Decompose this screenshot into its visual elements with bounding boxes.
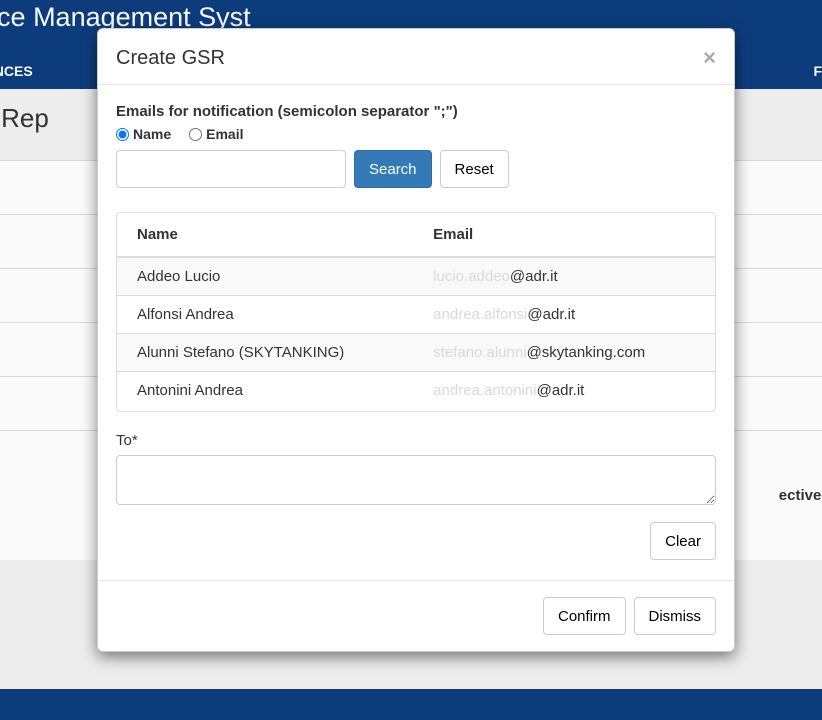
contacts-table: Name Email Addeo Luciolucio.addeo@adr.it… (117, 213, 715, 409)
col-email-header: Email (413, 213, 715, 257)
modal-header: Create GSR × (98, 29, 734, 85)
close-icon[interactable]: × (703, 47, 716, 69)
modal-footer: Confirm Dismiss (98, 580, 734, 651)
radio-name-input[interactable] (116, 128, 129, 141)
radio-email-option[interactable]: Email (189, 126, 243, 142)
to-label: To* (116, 432, 716, 449)
confirm-button[interactable]: Confirm (543, 597, 626, 635)
clear-button[interactable]: Clear (650, 522, 716, 560)
table-row[interactable]: Addeo Luciolucio.addeo@adr.it (117, 257, 715, 296)
modal-title: Create GSR (116, 47, 225, 70)
cell-email: stefano.alunni@skytanking.com (413, 334, 715, 372)
cell-name: Alunni Stefano (SKYTANKING) (117, 334, 413, 372)
to-field[interactable] (116, 455, 716, 505)
radio-email-input[interactable] (189, 128, 202, 141)
radio-name-label: Name (133, 126, 171, 142)
contacts-table-scroll[interactable]: Name Email Addeo Luciolucio.addeo@adr.it… (117, 213, 715, 411)
search-input[interactable] (116, 150, 346, 188)
table-row[interactable]: Antonini Andreaandrea.antonini@adr.it (117, 372, 715, 410)
emails-notification-label: Emails for notification (semicolon separ… (116, 103, 716, 120)
cell-name: Antonini Andrea (117, 372, 413, 410)
col-name-header: Name (117, 213, 413, 257)
table-row[interactable]: Alfonsi Andreaandrea.alfonsi@adr.it (117, 296, 715, 334)
contacts-table-wrap: Name Email Addeo Luciolucio.addeo@adr.it… (116, 212, 716, 412)
cell-name: Alfonsi Andrea (117, 296, 413, 334)
search-mode-radios: Name Email (116, 126, 716, 142)
create-gsr-dialog: Create GSR × Emails for notification (se… (97, 28, 735, 652)
reset-button[interactable]: Reset (440, 150, 509, 188)
cell-email: andrea.antonini@adr.it (413, 372, 715, 410)
search-row: Search Reset (116, 150, 716, 188)
search-button[interactable]: Search (354, 150, 432, 188)
cell-email: andrea.alfonsi@adr.it (413, 296, 715, 334)
table-row[interactable]: Alunni Stefano (SKYTANKING)stefano.alunn… (117, 334, 715, 372)
radio-name-option[interactable]: Name (116, 126, 171, 142)
radio-email-label: Email (206, 126, 243, 142)
modal-body: Emails for notification (semicolon separ… (98, 85, 734, 580)
dismiss-button[interactable]: Dismiss (634, 597, 717, 635)
cell-name: Addeo Lucio (117, 257, 413, 296)
cell-email: lucio.addeo@adr.it (413, 257, 715, 296)
clear-row: Clear (116, 522, 716, 580)
